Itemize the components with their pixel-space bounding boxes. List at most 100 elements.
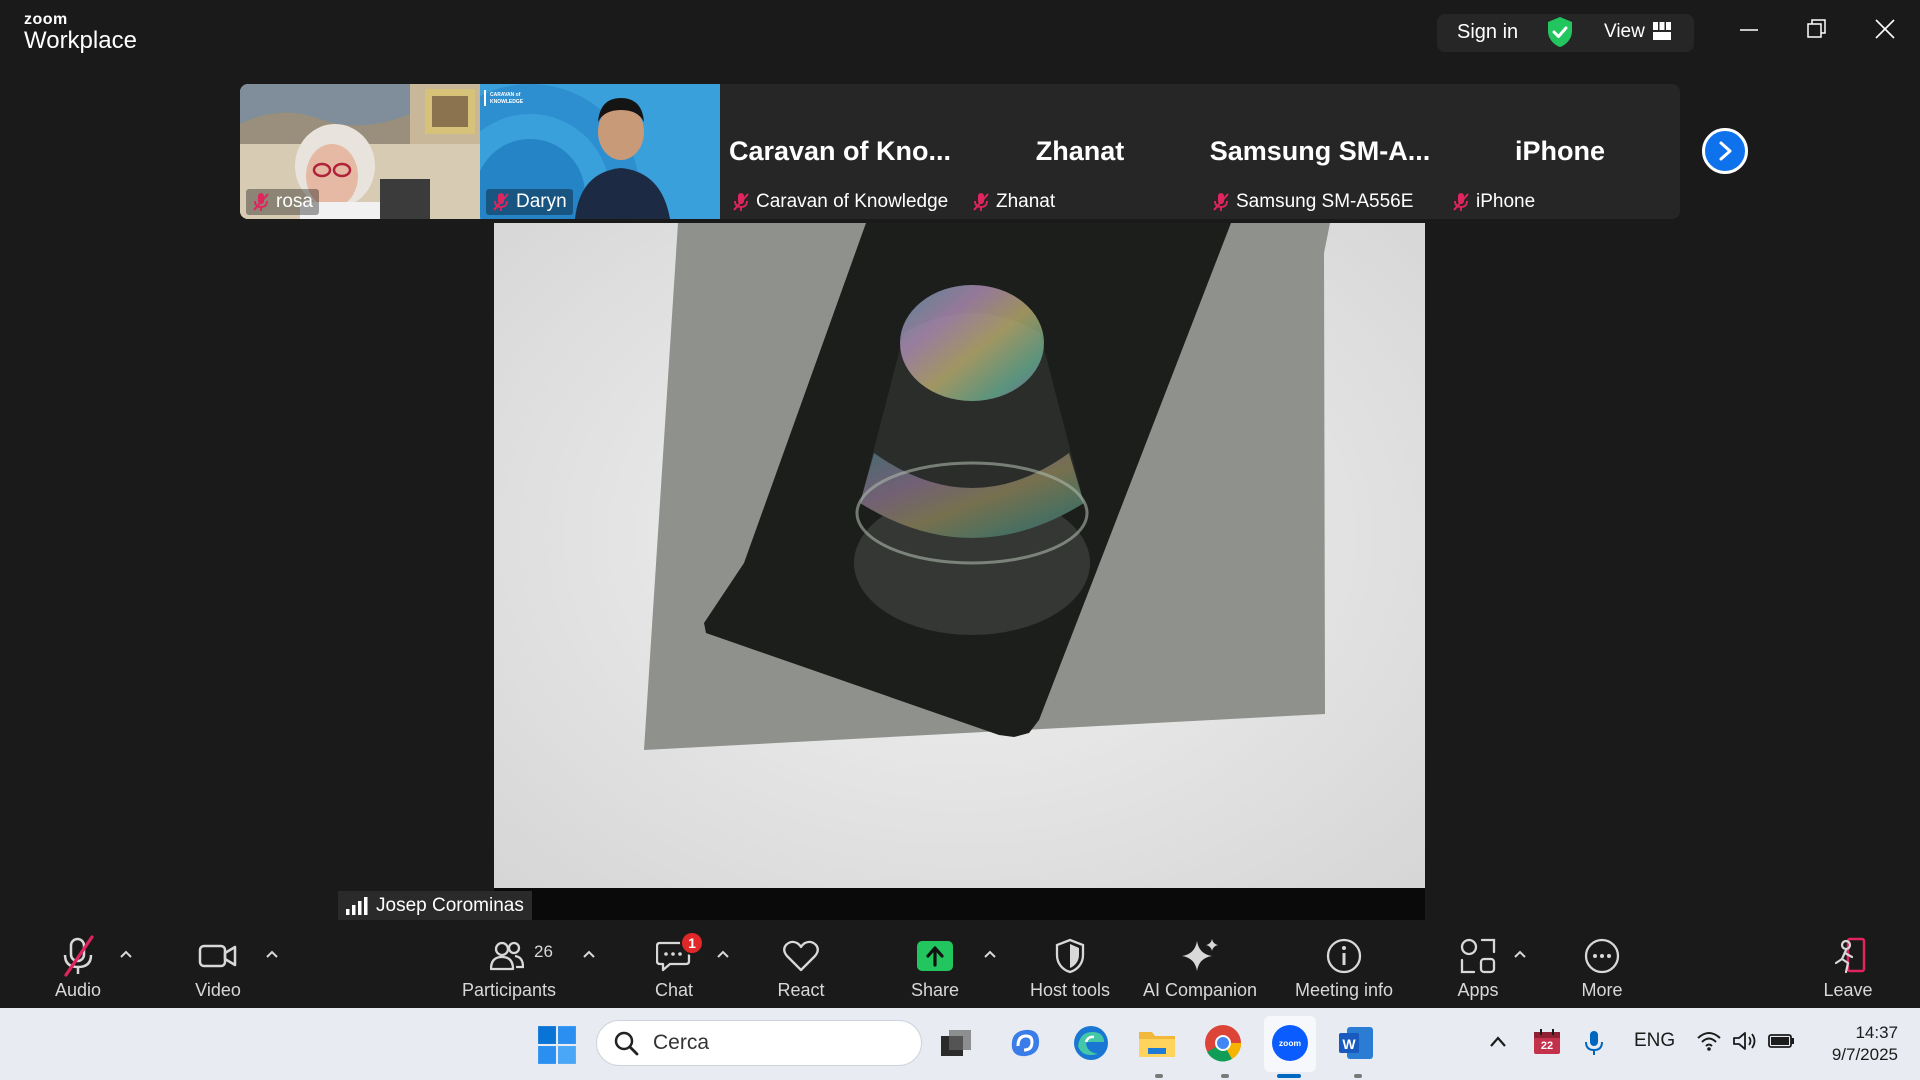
encryption-shield-icon[interactable] <box>1546 16 1574 48</box>
video-options-chevron-up-icon[interactable] <box>263 946 281 964</box>
audio-button[interactable]: Audio <box>44 934 112 1001</box>
share-label: Share <box>910 980 960 1000</box>
shared-camera-feed <box>494 223 1425 920</box>
speaker-name: Josep Corominas <box>376 894 524 916</box>
wifi-icon[interactable] <box>1696 1030 1722 1052</box>
host-tools-label: Host tools <box>1029 980 1111 1000</box>
participant-tile-samsung[interactable]: Samsung SM-A... Samsung SM-A556E <box>1200 84 1440 219</box>
participants-label: Participants <box>461 980 557 1000</box>
participant-name: Samsung SM-A556E <box>1236 191 1414 212</box>
chevron-up-tray-icon[interactable] <box>1488 1034 1508 1050</box>
svg-text:zoom: zoom <box>1279 1038 1302 1048</box>
more-button[interactable]: More <box>1572 934 1632 1001</box>
search-placeholder: Cerca <box>653 1031 710 1054</box>
view-button[interactable]: View <box>1604 21 1645 43</box>
clock-date: 9/7/2025 <box>1831 1045 1898 1064</box>
zoom-active-indicator <box>1277 1074 1301 1078</box>
volume-icon[interactable] <box>1732 1030 1758 1052</box>
muted-mic-icon <box>1453 193 1469 211</box>
minimize-icon[interactable] <box>1738 18 1760 40</box>
share-options-chevron-up-icon[interactable] <box>981 946 999 964</box>
language-indicator[interactable]: ENG <box>1634 1030 1675 1052</box>
chrome-running-indicator <box>1221 1074 1229 1078</box>
explorer-running-indicator <box>1155 1074 1163 1078</box>
participant-display-name: Caravan of Kno... <box>728 136 952 166</box>
ai-companion-label: AI Companion <box>1142 980 1258 1000</box>
react-label: React <box>777 980 825 1000</box>
sparkle-icon <box>1182 939 1218 971</box>
task-view-icon[interactable] <box>935 1022 977 1064</box>
next-page-button[interactable] <box>1702 128 1748 174</box>
muted-mic-icon <box>493 193 509 211</box>
host-shield-icon <box>1055 938 1085 974</box>
zoom-app-icon[interactable]: zoom <box>1269 1022 1311 1064</box>
microphone-tray-icon[interactable] <box>1583 1030 1605 1056</box>
muted-mic-icon <box>1213 193 1229 211</box>
participant-tag-caravan: Caravan of Knowledge <box>726 189 954 215</box>
restore-icon[interactable] <box>1806 18 1828 40</box>
share-button[interactable]: Share <box>904 934 966 1001</box>
info-icon <box>1326 938 1362 974</box>
apps-options-chevron-up-icon[interactable] <box>1511 946 1529 964</box>
close-icon[interactable] <box>1874 18 1896 40</box>
ai-companion-button[interactable]: AI Companion <box>1138 934 1262 1001</box>
chat-label: Chat <box>654 980 694 1000</box>
leave-button[interactable]: Leave <box>1818 934 1878 1001</box>
participants-options-chevron-up-icon[interactable] <box>580 946 598 964</box>
participant-name: Caravan of Knowledge <box>756 191 949 212</box>
taskbar-clock[interactable]: 14:37 9/7/2025 <box>1812 1022 1898 1066</box>
participant-tag-rosa: rosa <box>246 189 319 215</box>
participant-name: iPhone <box>1476 191 1536 212</box>
muted-mic-icon <box>733 193 749 211</box>
share-screen-icon <box>917 941 953 971</box>
muted-mic-icon <box>973 193 989 211</box>
chrome-browser-icon[interactable] <box>1202 1022 1244 1064</box>
calendar-tray-button[interactable]: 22 <box>1532 1026 1562 1056</box>
host-tools-button[interactable]: Host tools <box>1020 934 1120 1001</box>
audio-options-chevron-up-icon[interactable] <box>117 946 135 964</box>
video-camera-icon <box>198 944 237 968</box>
participant-tile-caravan[interactable]: Caravan of Kno... Caravan of Knowledge <box>720 84 960 219</box>
word-running-indicator <box>1354 1074 1362 1078</box>
chevron-right-icon <box>1719 141 1732 161</box>
video-button[interactable]: Video <box>184 934 252 1001</box>
chat-unread-badge: 1 <box>680 931 704 955</box>
apps-button[interactable]: Apps <box>1448 934 1508 1001</box>
speaker-name-badge: Josep Corominas <box>338 891 532 920</box>
svg-text:W: W <box>1342 1036 1356 1052</box>
participant-tile-zhanat[interactable]: Zhanat Zhanat <box>960 84 1200 219</box>
participant-strip: rosa CARAVAN of KNOWLEDGE Daryn Caravan … <box>240 84 1680 219</box>
chat-options-chevron-up-icon[interactable] <box>714 946 732 964</box>
meeting-info-button[interactable]: Meeting info <box>1286 934 1402 1001</box>
svg-text:KNOWLEDGE: KNOWLEDGE <box>490 99 524 105</box>
taskbar-search[interactable]: Cerca <box>596 1020 922 1066</box>
clock-time: 14:37 <box>1855 1023 1898 1042</box>
main-speaker-video[interactable] <box>494 223 1425 920</box>
participant-display-name: Zhanat <box>1035 136 1125 166</box>
participant-tile-daryn[interactable]: CARAVAN of KNOWLEDGE Daryn <box>480 84 720 219</box>
battery-icon[interactable] <box>1768 1032 1796 1050</box>
participant-display-name: Samsung SM-A... <box>1209 136 1431 166</box>
windows-start-icon[interactable] <box>536 1024 578 1066</box>
heart-icon <box>783 940 819 972</box>
calendar-day: 22 <box>1540 1040 1554 1052</box>
participant-tag-iphone: iPhone <box>1446 189 1541 215</box>
meeting-info-label: Meeting info <box>1294 980 1394 1000</box>
svg-text:CARAVAN of: CARAVAN of <box>490 92 521 98</box>
participant-tile-rosa[interactable]: rosa <box>240 84 480 219</box>
participant-tile-iphone[interactable]: iPhone iPhone <box>1440 84 1680 219</box>
file-explorer-icon[interactable] <box>1136 1022 1178 1064</box>
sign-in-button[interactable]: Sign in <box>1457 21 1518 44</box>
edge-browser-icon[interactable] <box>1070 1022 1112 1064</box>
logo-zoom: zoom <box>24 11 68 28</box>
participant-name: rosa <box>276 191 313 212</box>
windows-taskbar: Cerca zoom W 22 ENG 14:37 9/7/2025 <box>0 1008 1920 1080</box>
participants-count: 26 <box>534 942 553 961</box>
title-bar: zoom Workplace Sign in View <box>0 0 1920 66</box>
audio-label: Audio <box>54 980 102 1000</box>
copilot-icon[interactable] <box>1004 1022 1046 1064</box>
gallery-view-icon[interactable] <box>1653 22 1671 40</box>
more-label: More <box>1581 980 1623 1000</box>
word-app-icon[interactable]: W <box>1335 1022 1377 1064</box>
react-button[interactable]: React <box>770 934 832 1001</box>
